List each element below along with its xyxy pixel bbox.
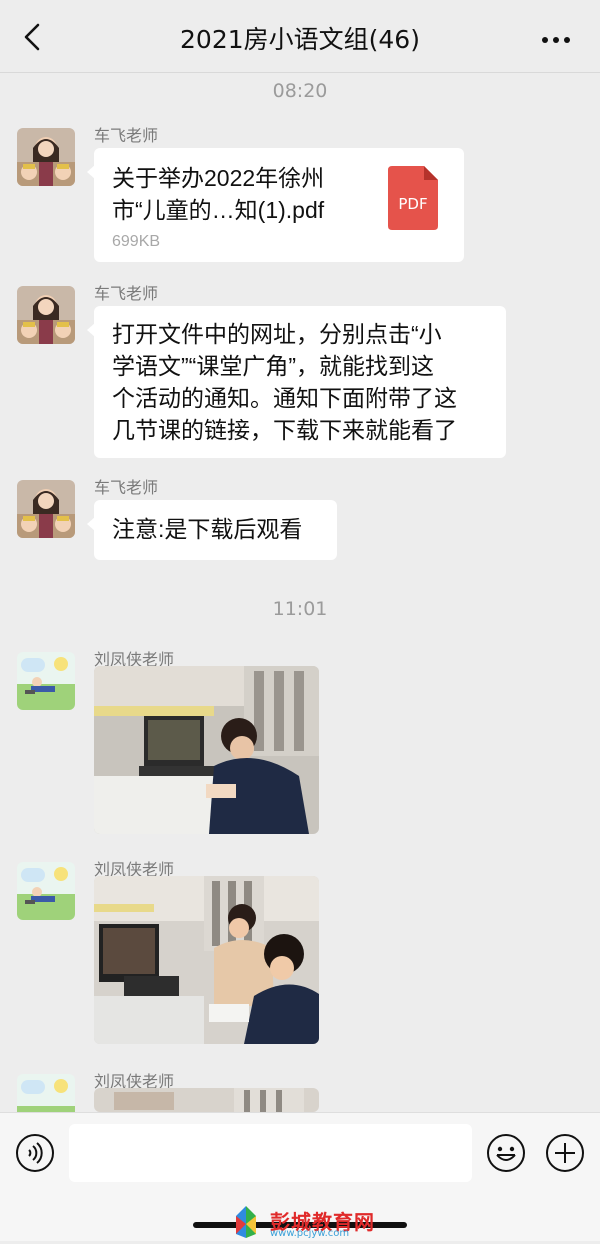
emoji-button[interactable] bbox=[486, 1133, 526, 1173]
timestamp: 08:20 bbox=[272, 80, 328, 102]
image-message[interactable] bbox=[94, 876, 319, 1044]
voice-icon bbox=[16, 1134, 54, 1172]
more-options-button[interactable] bbox=[545, 1133, 585, 1173]
sender-name: 车飞老师 bbox=[94, 480, 159, 497]
chat-title: 2021房小语文组(46) bbox=[180, 25, 420, 54]
image-message[interactable] bbox=[94, 1088, 319, 1112]
message-line: 几节课的链接，下载下来就能看了 bbox=[112, 417, 457, 443]
pdf-file-icon: PDF bbox=[388, 166, 438, 230]
timestamp: 11:01 bbox=[272, 598, 328, 620]
svg-text:PDF: PDF bbox=[398, 195, 427, 213]
watermark-url: www.pcjyw.com bbox=[270, 1228, 350, 1239]
message-line: 学语文”“课堂广角”，就能找到这 bbox=[112, 353, 434, 379]
avatar[interactable] bbox=[17, 480, 75, 538]
message-line: 打开文件中的网址，分别点击“小 bbox=[112, 321, 442, 347]
avatar[interactable] bbox=[17, 652, 75, 710]
avatar[interactable] bbox=[17, 128, 75, 186]
avatar[interactable] bbox=[17, 862, 75, 920]
chat-header: 2021房小语文组(46) bbox=[0, 0, 600, 73]
message-input[interactable] bbox=[69, 1124, 472, 1182]
avatar[interactable] bbox=[17, 286, 75, 344]
emoji-icon bbox=[487, 1134, 525, 1172]
message-line: 注意:是下载后观看 bbox=[112, 516, 303, 542]
file-message-bubble[interactable]: 关于举办2022年徐州 市“儿童的…知(1).pdf 699KB PDF bbox=[87, 148, 464, 262]
message-line: 个活动的通知。通知下面附带了这 bbox=[112, 385, 457, 411]
more-button[interactable] bbox=[542, 28, 576, 44]
watermark-logo-icon bbox=[228, 1204, 264, 1240]
sender-name: 车飞老师 bbox=[94, 128, 159, 145]
sender-name: 车飞老师 bbox=[94, 286, 159, 303]
watermark: 彭城教育网 www.pcjyw.com bbox=[228, 1204, 388, 1240]
plus-icon bbox=[546, 1134, 584, 1172]
text-message-bubble[interactable]: 注意:是下载后观看 bbox=[87, 500, 337, 560]
image-message[interactable] bbox=[94, 666, 319, 834]
voice-button[interactable] bbox=[15, 1133, 55, 1173]
text-message-bubble[interactable]: 打开文件中的网址，分别点击“小 学语文”“课堂广角”，就能找到这 个活动的通知。… bbox=[87, 306, 506, 458]
file-size: 699KB bbox=[112, 233, 161, 250]
ellipsis-icon bbox=[542, 37, 548, 43]
file-name: 关于举办2022年徐州 市“儿童的…知(1).pdf bbox=[112, 165, 325, 223]
